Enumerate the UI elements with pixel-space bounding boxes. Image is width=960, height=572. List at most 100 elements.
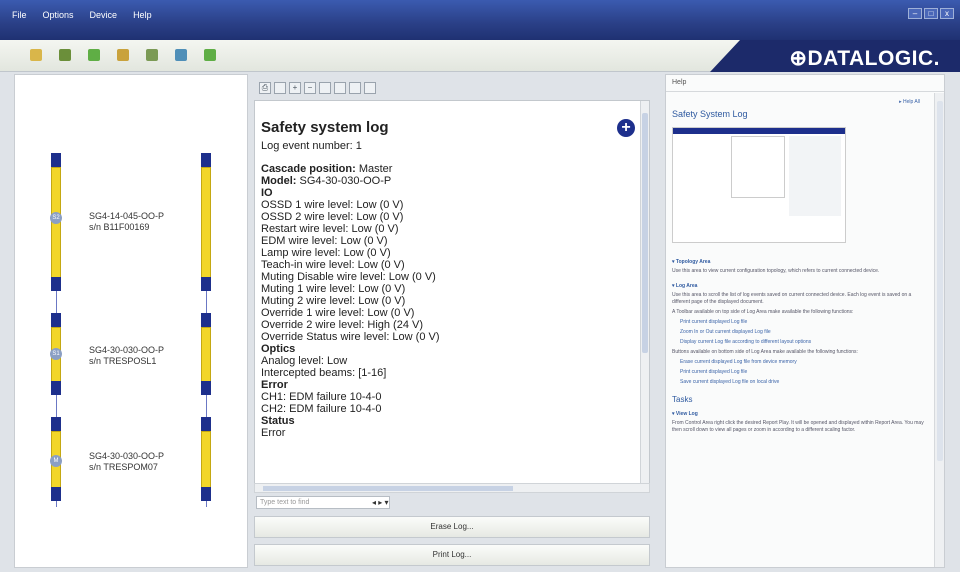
- log-line: Override 2 wire level: High (24 V): [261, 319, 424, 331]
- help-icon[interactable]: [204, 49, 216, 61]
- help-list-item: Print current displayed Log file: [680, 319, 748, 325]
- title-bar: File Options Device Help – □ x: [0, 0, 960, 40]
- device-icon[interactable]: [59, 49, 71, 61]
- log-line: Muting 2 wire level: Low (0 V): [261, 295, 406, 307]
- device-label: SG4-30-030-OO-P s/n TRESPOM07: [89, 451, 164, 473]
- device-cap: [51, 153, 61, 167]
- topology-area: S2 SG4-14-045-OO-P s/n B11F00169 S1 SG4-…: [14, 74, 248, 568]
- log-horizontal-scrollbar[interactable]: [254, 483, 650, 493]
- menu-options[interactable]: Options: [43, 10, 74, 20]
- cascade-label: Cascade position:: [261, 163, 356, 175]
- device-cap: [51, 381, 61, 395]
- help-list-item: Save current displayed Log file on local…: [680, 379, 780, 385]
- multi-page-icon[interactable]: [364, 82, 376, 94]
- scroll-thumb[interactable]: [642, 113, 648, 353]
- log-line: Muting 1 wire level: Low (0 V): [261, 283, 406, 295]
- device-label: SG4-30-030-OO-P s/n TRESPOSL1: [89, 345, 164, 367]
- device-bar[interactable]: [201, 327, 211, 387]
- help-tasks-heading: Tasks: [672, 395, 693, 404]
- help-section-heading[interactable]: ▾ Topology Area: [672, 259, 928, 266]
- log-toolbar: ⎙ + −: [255, 78, 653, 98]
- help-tab[interactable]: Help: [672, 79, 686, 86]
- print-icon[interactable]: ⎙: [259, 82, 271, 94]
- model-row: Model: SG4-30-030-OO-P: [261, 175, 621, 187]
- log-line: Teach-in wire level: Low (0 V): [261, 259, 405, 271]
- erase-log-button[interactable]: Erase Log...: [254, 516, 650, 538]
- help-paragraph: Use this area to view current configurat…: [672, 268, 880, 274]
- log-line: OSSD 1 wire level: Low (0 V): [261, 199, 404, 211]
- optics-heading: Optics: [261, 343, 296, 355]
- cascade-position: Cascade position: Master: [261, 163, 621, 175]
- device-cap: [51, 313, 61, 327]
- menu-device[interactable]: Device: [90, 10, 118, 20]
- device-cap: [51, 487, 61, 501]
- device-bar[interactable]: [201, 431, 211, 493]
- help-list-item: Erase current displayed Log file from de…: [680, 359, 797, 365]
- datalogic-logo: ⊕DATALOGIC.: [789, 47, 940, 70]
- report-icon[interactable]: [117, 49, 129, 61]
- find-nav-arrows[interactable]: ◂ ▸ ▾: [372, 498, 389, 507]
- help-title: Safety System Log: [672, 109, 748, 119]
- log-line: CH2: EDM failure 10-4-0: [261, 403, 382, 415]
- device-serial: s/n B11F00169: [89, 222, 150, 232]
- device-cap: [201, 487, 211, 501]
- connect-icon[interactable]: [30, 49, 42, 61]
- help-body: ▾ Topology Area Use this area to view cu…: [672, 251, 928, 437]
- log-line: Muting Disable wire level: Low (0 V): [261, 271, 436, 283]
- help-list-item: Zoom In or Out current displayed Log fil…: [680, 329, 771, 335]
- zoom-out-icon[interactable]: −: [304, 82, 316, 94]
- scroll-thumb[interactable]: [937, 101, 943, 461]
- device-badge: S2: [50, 212, 62, 224]
- device-cap: [201, 153, 211, 167]
- add-icon[interactable]: +: [617, 119, 635, 137]
- menu-help[interactable]: Help: [133, 10, 152, 20]
- device-serial: s/n TRESPOM07: [89, 462, 158, 472]
- log-line: Override 1 wire level: Low (0 V): [261, 307, 415, 319]
- device-model: SG4-14-045-OO-P: [89, 211, 165, 221]
- help-section-heading[interactable]: ▾ View Log: [672, 411, 928, 418]
- close-button[interactable]: x: [940, 8, 954, 19]
- device-cap: [51, 417, 61, 431]
- menu-file[interactable]: File: [12, 10, 27, 20]
- status-value: Error: [261, 427, 286, 439]
- help-vertical-scrollbar[interactable]: [934, 93, 944, 567]
- help-list-item: Print current displayed Log file: [680, 369, 748, 375]
- device-cap: [51, 277, 61, 291]
- model-label: Model:: [261, 175, 297, 187]
- help-paragraph: From Control Area right click the desire…: [672, 420, 924, 433]
- cascade-value: Master: [358, 163, 393, 175]
- device-serial: s/n TRESPOSL1: [89, 356, 157, 366]
- log-area[interactable]: Safety system log Log event number: 1 Ca…: [254, 100, 650, 484]
- log-line: Restart wire level: Low (0 V): [261, 223, 399, 235]
- single-page-icon[interactable]: [319, 82, 331, 94]
- log-icon[interactable]: [175, 49, 187, 61]
- two-page-icon[interactable]: [334, 82, 346, 94]
- minimize-button[interactable]: –: [908, 8, 922, 19]
- maximize-button[interactable]: □: [924, 8, 938, 19]
- menu-bar: File Options Device Help: [12, 10, 152, 20]
- device-cap: [201, 417, 211, 431]
- device-cap: [201, 381, 211, 395]
- zoom-in-icon[interactable]: +: [289, 82, 301, 94]
- help-list-item: Display current Log file according to di…: [680, 339, 812, 345]
- help-all-link[interactable]: ▸ Help All: [899, 99, 920, 105]
- device-cap: [201, 277, 211, 291]
- status-heading: Status: [261, 415, 295, 427]
- scroll-thumb[interactable]: [263, 486, 513, 491]
- monitor-icon[interactable]: [88, 49, 100, 61]
- help-screenshot: [672, 127, 846, 243]
- device-bar[interactable]: [201, 167, 211, 279]
- error-heading: Error: [261, 379, 288, 391]
- find-input[interactable]: Type text to find: [256, 496, 390, 509]
- print-log-button[interactable]: Print Log...: [254, 544, 650, 566]
- model-value: SG4-30-030-OO-P: [299, 175, 392, 187]
- settings-icon[interactable]: [146, 49, 158, 61]
- log-line: Override Status wire level: Low (0 V): [261, 331, 440, 343]
- four-page-icon[interactable]: [349, 82, 361, 94]
- device-label: SG4-14-045-OO-P s/n B11F00169: [89, 211, 164, 233]
- window-controls: – □ x: [908, 8, 954, 19]
- page-icon[interactable]: [274, 82, 286, 94]
- log-vertical-scrollbar[interactable]: [640, 101, 649, 483]
- help-section-heading[interactable]: ▾ Log Area: [672, 283, 928, 290]
- log-event-number: Log event number: 1: [261, 140, 362, 152]
